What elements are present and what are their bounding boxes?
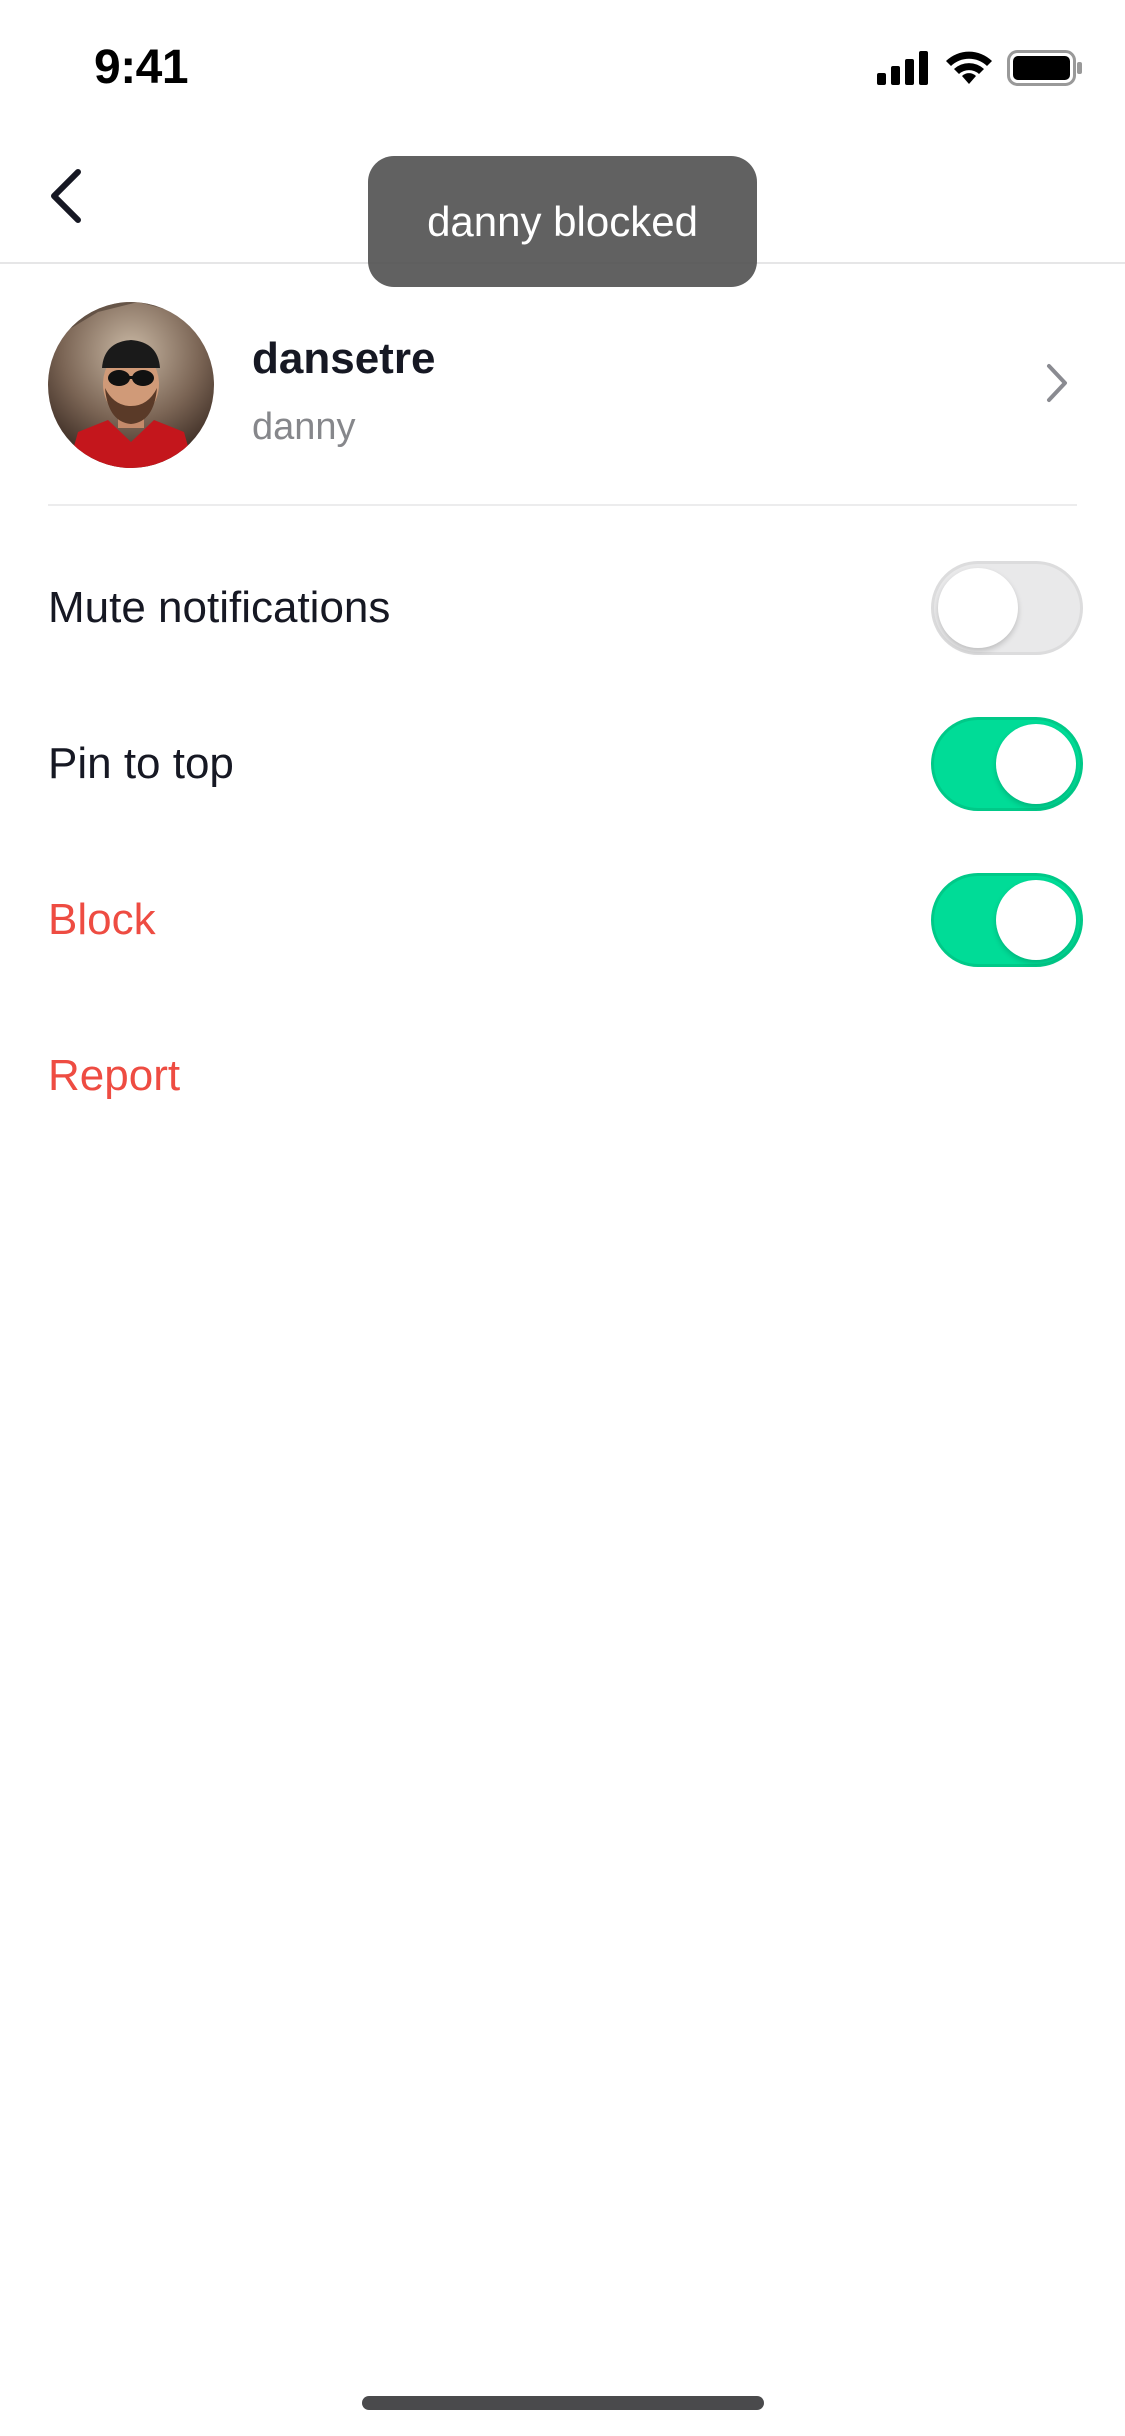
pin-to-top-toggle[interactable] [931,717,1083,811]
setting-row-pin: Pin to top [48,686,1083,842]
signal-icon [877,51,931,90]
profile-username: dansetre [252,334,436,383]
report-row[interactable]: Report [48,998,1083,1154]
back-button[interactable] [30,162,102,234]
status-icons [877,50,1083,91]
toggle-knob [996,880,1076,960]
pin-to-top-label: Pin to top [48,739,234,788]
block-label: Block [48,895,156,944]
toggle-knob [996,724,1076,804]
report-label: Report [48,1051,181,1100]
toast: danny blocked [368,156,757,287]
status-bar: 9:41 [0,0,1125,132]
mute-notifications-toggle[interactable] [931,561,1083,655]
home-indicator [362,2396,764,2410]
toast-message: danny blocked [427,197,698,245]
toggle-knob [938,568,1018,648]
setting-row-mute: Mute notifications [48,530,1083,686]
chevron-right-icon [1037,358,1077,408]
profile-row[interactable]: dansetre danny [48,300,1077,506]
profile-nickname: danny [252,406,356,448]
mute-notifications-label: Mute notifications [48,583,391,632]
battery-icon [1007,50,1083,91]
status-time: 9:41 [94,41,189,94]
chevron-left-icon [46,168,86,229]
wifi-icon [945,50,993,91]
setting-row-block: Block [48,842,1083,998]
block-toggle[interactable] [931,873,1083,967]
avatar[interactable] [48,302,214,468]
